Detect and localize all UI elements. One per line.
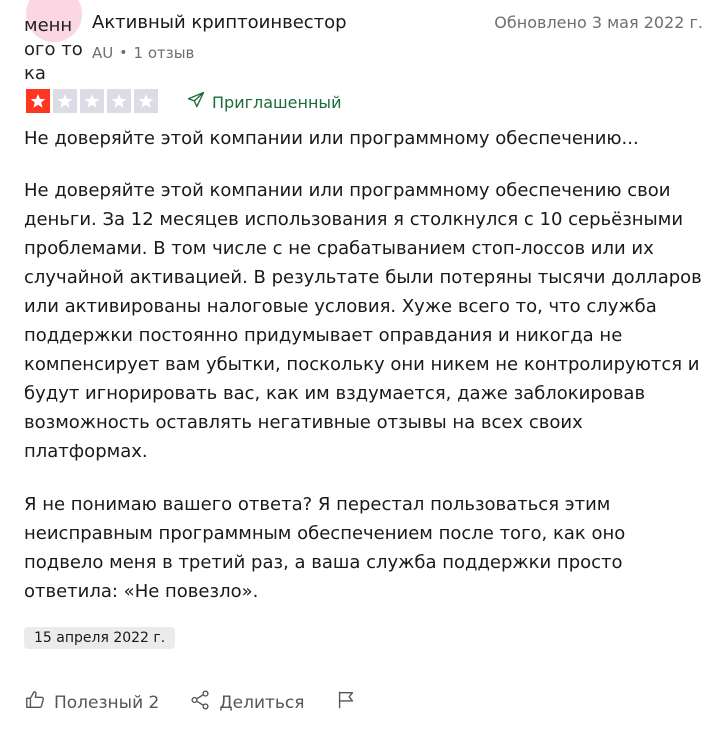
send-icon (186, 90, 206, 114)
avatar-initials: менн ого тока (24, 15, 83, 84)
report-button[interactable] (335, 689, 357, 716)
experience-date-badge: 15 апреля 2022 г. (24, 627, 176, 649)
star-icon (80, 89, 104, 113)
share-label: Делиться (219, 692, 305, 713)
review-title[interactable]: Не доверяйте этой компании или программн… (24, 128, 639, 149)
invited-label: Приглашенный (212, 92, 342, 112)
share-icon (189, 689, 211, 716)
flag-icon (335, 689, 357, 716)
useful-button[interactable]: Полезный 2 (24, 689, 159, 716)
thumbs-up-icon (24, 689, 46, 716)
review-paragraph-2: Я не понимаю вашего ответа? Я перестал п… (24, 494, 626, 602)
share-button[interactable]: Делиться (189, 689, 305, 716)
reviewer-country: AU (92, 44, 114, 62)
star-rating (26, 89, 158, 113)
reviewer-reviews-count: 1 отзыв (133, 44, 195, 62)
star-icon (134, 89, 158, 113)
star-icon (26, 89, 50, 113)
reviewer-name[interactable]: Активный криптоинвестор (92, 12, 347, 33)
meta-separator: • (119, 45, 128, 61)
invited-badge[interactable]: Приглашенный (186, 90, 341, 114)
star-icon (107, 89, 131, 113)
star-icon (53, 89, 77, 113)
updated-date: Обновлено 3 мая 2022 г. (494, 13, 703, 32)
useful-label: Полезный 2 (54, 692, 160, 713)
reviewer-meta: AU • 1 отзыв (92, 44, 194, 62)
review-paragraph-1: Не доверяйте этой компании или программн… (24, 180, 702, 462)
review-actions: Полезный 2 Делиться (24, 689, 387, 716)
